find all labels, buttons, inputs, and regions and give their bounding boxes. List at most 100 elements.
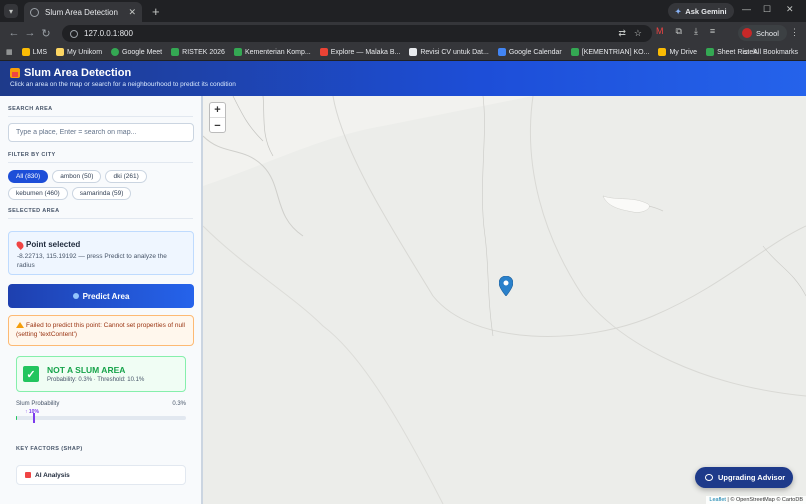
error-text: Failed to predict this point: Cannot set… <box>16 322 185 339</box>
back-icon[interactable]: ← <box>6 27 22 39</box>
zoom-control: + − <box>209 102 226 133</box>
ai-analysis-card[interactable]: AI Analysis <box>16 465 186 485</box>
app-subtitle: Click an area on the map or search for a… <box>10 81 236 88</box>
bookmark-favicon-icon <box>171 48 180 56</box>
map-marker-icon[interactable] <box>499 276 513 296</box>
extension-m-icon[interactable]: M <box>656 26 664 37</box>
maximize-icon[interactable]: ☐ <box>763 4 771 15</box>
ai-icon <box>25 472 31 478</box>
avatar <box>742 28 752 38</box>
forward-icon[interactable]: → <box>22 27 38 39</box>
download-icon[interactable]: ⤓ <box>694 26 698 37</box>
bookmark-label: Google Calendar <box>508 48 562 56</box>
bookmark-label: Google Meet <box>122 48 163 56</box>
folder-icon: ▭ <box>742 49 750 56</box>
browser-tab[interactable]: Slum Area Detection ✕ <box>24 2 142 22</box>
threshold-marker <box>33 413 36 423</box>
close-tab-icon[interactable]: ✕ <box>128 7 136 18</box>
ask-gemini-label: Ask Gemini <box>685 6 727 16</box>
minimize-icon[interactable]: — <box>742 4 751 14</box>
ask-gemini-button[interactable]: ✦ Ask Gemini <box>668 3 734 19</box>
bookmark-favicon-icon <box>497 48 506 56</box>
gemini-icon: ✦ <box>675 6 682 16</box>
reload-icon[interactable]: ↻ <box>38 27 54 40</box>
bookmark-label: [KEMENTRIAN] KO... <box>581 48 650 56</box>
profile-button[interactable]: School <box>738 25 787 41</box>
bookmark-item[interactable]: My Unikom <box>56 48 102 56</box>
bookmark-label: Kementerian Komp... <box>244 48 311 56</box>
media-icon[interactable]: ≡ <box>710 26 715 37</box>
predict-icon <box>72 293 79 299</box>
city-chip-kebumen[interactable]: kebumen (460) <box>8 187 68 200</box>
map[interactable]: + − Upgrading Advisor Leaflet | © OpenSt… <box>203 96 806 504</box>
point-title: Point selected <box>26 240 81 249</box>
bookmark-item[interactable]: [KEMENTRIAN] KO... <box>570 48 650 56</box>
sidebar: SEARCH AREA FILTER BY CITY All (830) amb… <box>0 96 203 504</box>
upgrading-advisor-button[interactable]: Upgrading Advisor <box>695 467 793 488</box>
predict-button-label: Predict Area <box>82 291 130 301</box>
map-terrain <box>203 96 806 504</box>
bookmark-item[interactable]: Google Calendar <box>497 48 562 56</box>
extensions-icon[interactable]: ⧉ <box>676 26 682 37</box>
selected-section-label: SELECTED AREA <box>8 208 193 219</box>
result-title: NOT A SLUM AREA <box>47 365 126 375</box>
all-bookmarks-label: All Bookmarks <box>753 48 798 56</box>
chat-icon <box>705 474 713 481</box>
city-chip-ambon[interactable]: ambon (50) <box>52 170 102 183</box>
advisor-label: Upgrading Advisor <box>718 473 786 482</box>
city-chip-dki[interactable]: dki (261) <box>105 170 147 183</box>
zoom-in-button[interactable]: + <box>210 103 225 118</box>
bookmark-item[interactable]: Revisi CV untuk Dat... <box>409 48 489 56</box>
app-header: Slum Area Detection Click an area on the… <box>0 61 806 96</box>
attribution-text: | © OpenStreetMap © CartoDB <box>725 497 803 503</box>
search-input[interactable] <box>8 123 194 142</box>
bookmark-label: My Drive <box>669 48 698 56</box>
bookmark-favicon-icon <box>570 48 579 56</box>
city-chip-samarinda[interactable]: samarinda (59) <box>71 187 132 200</box>
bookmark-label: My Unikom <box>67 48 103 56</box>
map-attribution: Leaflet | © OpenStreetMap © CartoDB <box>706 496 806 504</box>
site-info-icon[interactable] <box>70 29 78 38</box>
tab-search-icon[interactable]: ▾ <box>4 4 18 18</box>
apps-grid-icon[interactable]: ▦ <box>6 48 13 56</box>
address-bar[interactable]: 127.0.0.1:800 ⇄ ☆ <box>62 25 652 42</box>
probability-fill <box>16 416 17 420</box>
warning-icon <box>16 322 24 328</box>
bookmark-favicon-icon <box>21 48 30 56</box>
close-window-icon[interactable]: ✕ <box>786 4 794 15</box>
bookmark-item[interactable]: LMS <box>21 48 48 56</box>
probability-bar <box>16 413 186 423</box>
globe-icon <box>30 7 39 17</box>
predict-button[interactable]: Predict Area <box>8 284 194 308</box>
city-chip-all[interactable]: All (830) <box>8 170 49 183</box>
bookmark-item[interactable]: RISTEK 2026 <box>171 48 225 56</box>
selected-point-card: Point selected -8.22713, 115.19192 — pre… <box>8 231 194 275</box>
bookmark-item[interactable]: Google Meet <box>111 48 162 56</box>
more-menu-icon[interactable]: ⋮ <box>790 27 799 38</box>
bookmark-favicon-icon <box>706 48 715 56</box>
url-text: 127.0.0.1:800 <box>84 29 133 38</box>
bookmark-favicon-icon <box>56 48 65 56</box>
leaflet-link[interactable]: Leaflet <box>709 497 726 503</box>
city-filter: All (830) ambon (50) dki (261) kebumen (… <box>8 170 194 200</box>
translate-icon[interactable]: ⇄ <box>618 28 626 39</box>
ai-analysis-label: AI Analysis <box>35 472 70 479</box>
bookmark-label: Explore — Malaka B... <box>330 48 401 56</box>
bookmark-favicon-icon <box>658 48 667 56</box>
house-icon <box>10 68 20 78</box>
bookmark-favicon-icon <box>319 48 328 56</box>
tab-title: Slum Area Detection <box>45 7 118 17</box>
zoom-out-button[interactable]: − <box>210 118 225 133</box>
bookmark-item[interactable]: Kementerian Komp... <box>233 48 311 56</box>
bookmark-label: LMS <box>32 48 48 56</box>
check-icon: ✓ <box>23 366 39 382</box>
all-bookmarks-button[interactable]: ▭ All Bookmarks <box>742 48 798 57</box>
search-section-label: SEARCH AREA <box>8 106 193 117</box>
bookmark-star-icon[interactable]: ☆ <box>634 28 642 39</box>
new-tab-icon[interactable]: + <box>152 4 160 19</box>
threshold-label: ↑ 10% <box>25 409 39 415</box>
probability-row: Slum Probability 0.3% <box>16 401 186 407</box>
bookmark-item[interactable]: My Drive <box>658 48 697 56</box>
profile-label: School <box>756 28 779 38</box>
bookmark-item[interactable]: Explore — Malaka B... <box>319 48 401 56</box>
